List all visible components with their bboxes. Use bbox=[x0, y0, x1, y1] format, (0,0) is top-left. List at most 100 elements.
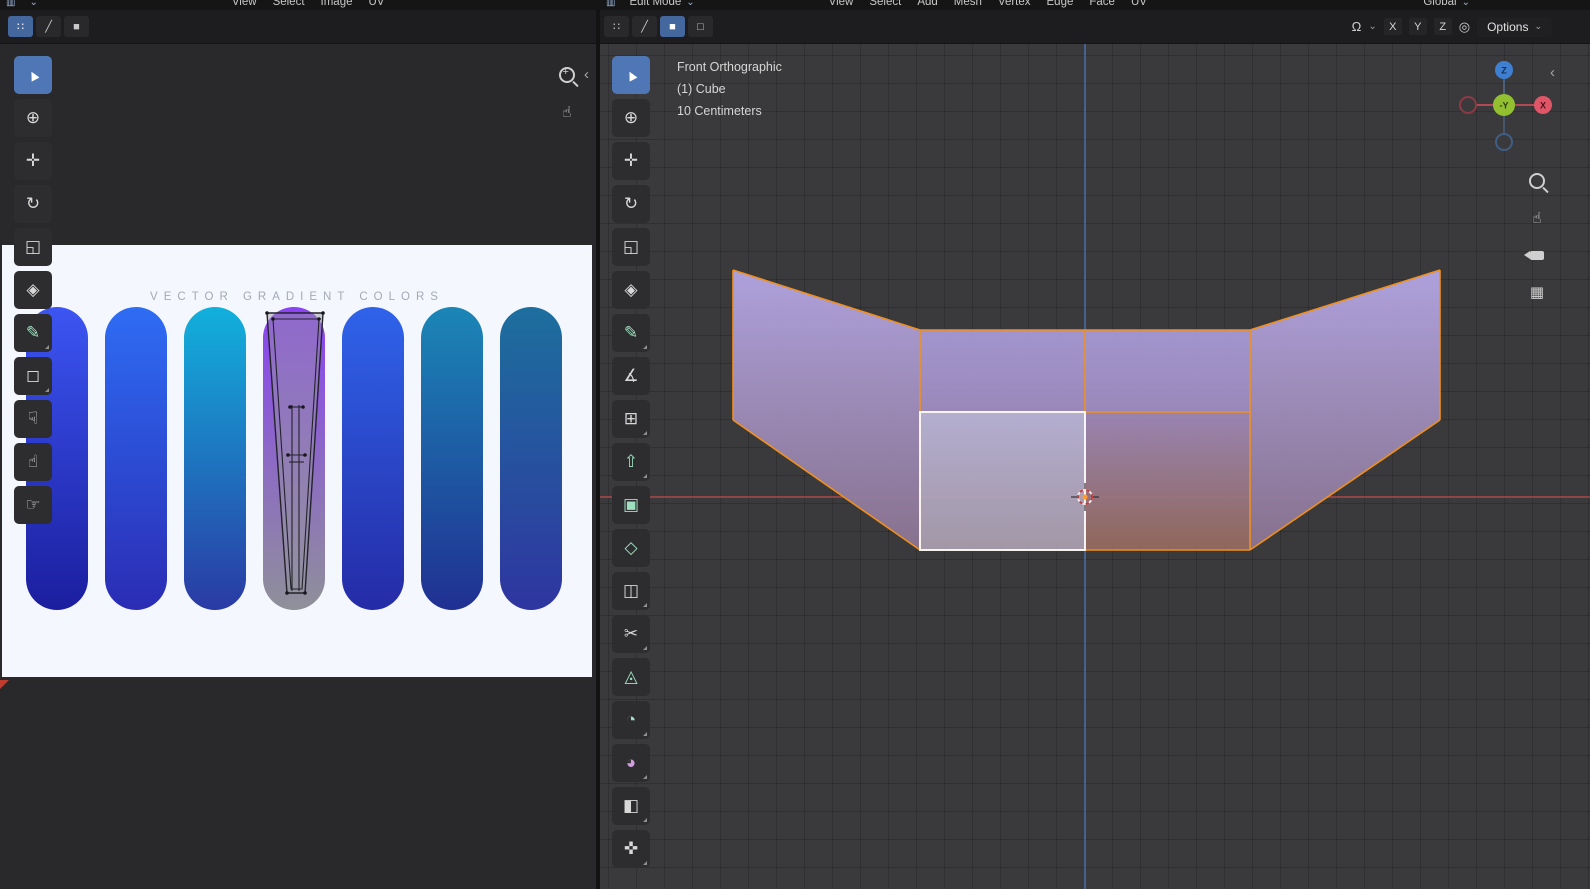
uv-image-editor-canvas[interactable]: VECTOR GRADIENT COLORS ▲ ⊕ ✛ ↻ ◱ ◈ ✎ ◻ ☟… bbox=[0, 44, 596, 889]
menu-select[interactable]: Select bbox=[273, 0, 305, 8]
gizmo-minus-z-ball[interactable] bbox=[1495, 133, 1513, 151]
tool-knife[interactable]: ✂ bbox=[612, 615, 650, 653]
tool-pinch[interactable]: ☞ bbox=[14, 486, 52, 524]
axis-y-button[interactable]: Y bbox=[1408, 18, 1427, 35]
tool-rotate[interactable]: ↻ bbox=[612, 185, 650, 223]
pan-hand-icon[interactable]: ☝ bbox=[552, 97, 582, 127]
uv-toolbar: ▲ ⊕ ✛ ↻ ◱ ◈ ✎ ◻ ☟ ☝ ☞ bbox=[14, 56, 52, 529]
menu-uv[interactable]: UV bbox=[1131, 0, 1147, 8]
menu-add[interactable]: Add bbox=[917, 0, 937, 8]
edited-cube-mesh[interactable] bbox=[600, 44, 1590, 889]
editor-type-icon[interactable]: ▥ bbox=[606, 0, 615, 8]
mesh-face-top-left[interactable] bbox=[920, 330, 1085, 412]
gradient-pill-3 bbox=[184, 307, 246, 610]
tool-rip-region[interactable]: ◻ bbox=[14, 357, 52, 395]
blender-window: { "colors": { "accent": "#4f76b5", "edge… bbox=[0, 0, 1590, 889]
tool-transform[interactable]: ◈ bbox=[612, 271, 650, 309]
editor-type-icon[interactable]: ▥ bbox=[6, 0, 15, 8]
toggle-ortho-grid-icon[interactable]: ▦ bbox=[1522, 277, 1552, 307]
top-menu-bar: ▥ ⌄ View Select Image UV ▥ Edit Mode ⌄ V… bbox=[0, 0, 1590, 10]
orientation-dropdown[interactable]: Global ⌄ bbox=[1423, 0, 1470, 8]
snap-dropdown-chevron-icon[interactable]: ⌄ bbox=[1368, 21, 1376, 32]
view-name-label: Front Orthographic bbox=[677, 60, 782, 74]
tool-add-cube[interactable]: ⊞ bbox=[612, 400, 650, 438]
tool-select-box[interactable]: ▲ bbox=[612, 56, 650, 94]
tool-relax[interactable]: ☝ bbox=[14, 443, 52, 481]
image-title-text: VECTOR GRADIENT COLORS bbox=[150, 291, 444, 303]
tool-measure[interactable]: ∡ bbox=[612, 357, 650, 395]
proportional-edit-icon[interactable]: ◎ bbox=[1459, 19, 1470, 35]
tool-transform[interactable]: ◈ bbox=[14, 271, 52, 309]
menu-face[interactable]: Face bbox=[1089, 0, 1115, 8]
gradient-pill-2 bbox=[105, 307, 167, 610]
pan-hand-icon[interactable]: ☝ bbox=[1522, 203, 1552, 233]
tool-annotate[interactable]: ✎ bbox=[612, 314, 650, 352]
tool-move[interactable]: ✛ bbox=[14, 142, 52, 180]
uv-select-mode-edge[interactable]: ╱ bbox=[36, 16, 61, 37]
uv-select-mode-face[interactable]: ■ bbox=[64, 16, 89, 37]
panel-separator[interactable] bbox=[596, 10, 600, 889]
tool-scale[interactable]: ◱ bbox=[612, 228, 650, 266]
gradient-pill-4 bbox=[263, 307, 325, 610]
mesh-face-left-wing[interactable] bbox=[733, 270, 920, 550]
camera-view-icon[interactable] bbox=[1522, 240, 1552, 270]
snap-magnet-icon[interactable]: Ω bbox=[1352, 19, 1362, 34]
menu-edge[interactable]: Edge bbox=[1047, 0, 1074, 8]
mesh-face-top-right[interactable] bbox=[1085, 330, 1250, 412]
tool-loop-cut[interactable]: ◫ bbox=[612, 572, 650, 610]
viewport-nav-icons: ☝ ▦ bbox=[1522, 166, 1552, 307]
region-collapse-arrow-icon[interactable]: ‹ bbox=[1550, 64, 1555, 81]
tool-poly-build[interactable]: ◬ bbox=[612, 658, 650, 696]
axis-x-button[interactable]: X bbox=[1383, 18, 1402, 35]
tool-extrude-region[interactable]: ⇧ bbox=[612, 443, 650, 481]
navigation-gizmo[interactable]: Z X -Y bbox=[1458, 56, 1553, 156]
mode-dropdown[interactable]: Edit Mode ⌄ bbox=[629, 0, 694, 8]
scale-label: 10 Centimeters bbox=[677, 104, 762, 118]
svg-text:-Y: -Y bbox=[1500, 101, 1509, 111]
zoom-icon[interactable] bbox=[1522, 166, 1552, 196]
chevron-down-icon: ⌄ bbox=[686, 0, 695, 8]
tool-bevel[interactable]: ◇ bbox=[612, 529, 650, 567]
axis-z-button[interactable]: Z bbox=[1433, 18, 1452, 35]
select-mode-vertex[interactable]: ∷ bbox=[604, 16, 629, 37]
tool-scale[interactable]: ◱ bbox=[14, 228, 52, 266]
tool-cursor[interactable]: ⊕ bbox=[612, 99, 650, 137]
mesh-face-right-wing[interactable] bbox=[1250, 270, 1440, 550]
menu-image[interactable]: Image bbox=[321, 0, 353, 8]
options-button[interactable]: Options ⌄ bbox=[1477, 16, 1552, 37]
chevron-down-icon: ⌄ bbox=[1534, 21, 1542, 31]
chevron-down-icon: ⌄ bbox=[1461, 0, 1470, 8]
editor-type-chevron-icon[interactable]: ⌄ bbox=[29, 0, 37, 8]
tool-cursor[interactable]: ⊕ bbox=[14, 99, 52, 137]
zoom-icon[interactable] bbox=[552, 60, 582, 90]
tool-shrink-fatten[interactable]: ✜ bbox=[612, 830, 650, 868]
select-mode-face[interactable]: ■ bbox=[660, 16, 685, 37]
tool-inset-faces[interactable]: ▣ bbox=[612, 486, 650, 524]
tool-spin[interactable]: ◔ bbox=[612, 701, 650, 739]
menu-mesh[interactable]: Mesh bbox=[954, 0, 982, 8]
tool-edge-slide[interactable]: ◧ bbox=[612, 787, 650, 825]
viewport-tool-settings-bar: ∷ ╱ ■ □ Ω ⌄ X Y Z ◎ Options ⌄ bbox=[596, 10, 1590, 44]
menu-select[interactable]: Select bbox=[869, 0, 901, 8]
viewport-overlay-text: Front Orthographic (1) Cube 10 Centimete… bbox=[677, 56, 782, 122]
viewport-3d-canvas[interactable]: Front Orthographic (1) Cube 10 Centimete… bbox=[600, 44, 1590, 889]
tool-rotate[interactable]: ↻ bbox=[14, 185, 52, 223]
select-through-toggle[interactable]: □ bbox=[688, 16, 713, 37]
uv-tool-settings-bar: ∷ ╱ ■ bbox=[0, 10, 596, 44]
menu-vertex[interactable]: Vertex bbox=[998, 0, 1031, 8]
menu-view[interactable]: View bbox=[829, 0, 854, 8]
tool-grab[interactable]: ☟ bbox=[14, 400, 52, 438]
select-mode-edge[interactable]: ╱ bbox=[632, 16, 657, 37]
tool-select-box[interactable]: ▲ bbox=[14, 56, 52, 94]
tool-smooth[interactable]: ◕ bbox=[612, 744, 650, 782]
region-collapse-arrow-icon[interactable]: ‹ bbox=[584, 66, 589, 83]
tool-move[interactable]: ✛ bbox=[612, 142, 650, 180]
active-object-label: (1) Cube bbox=[677, 82, 726, 96]
menu-view[interactable]: View bbox=[232, 0, 257, 8]
mesh-face-active[interactable] bbox=[920, 412, 1085, 550]
mesh-face-lower-right[interactable] bbox=[1085, 412, 1250, 550]
tool-annotate[interactable]: ✎ bbox=[14, 314, 52, 352]
gizmo-minus-x-ball[interactable] bbox=[1459, 96, 1477, 114]
uv-select-mode-vertex[interactable]: ∷ bbox=[8, 16, 33, 37]
menu-uv[interactable]: UV bbox=[369, 0, 385, 8]
